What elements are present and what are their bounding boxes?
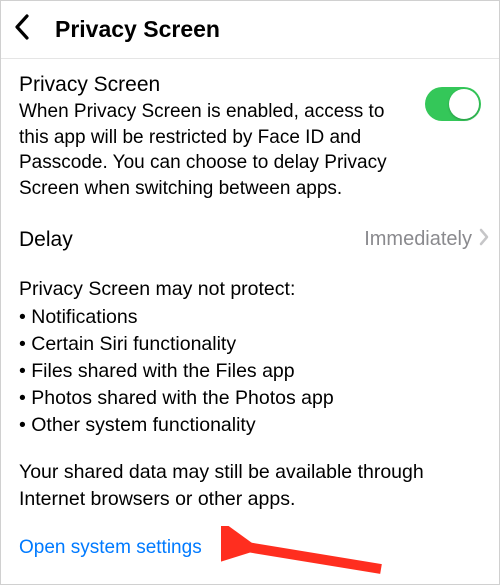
delay-value: Immediately xyxy=(364,228,472,251)
privacy-screen-description: When Privacy Screen is enabled, access t… xyxy=(19,99,415,202)
privacy-screen-title: Privacy Screen xyxy=(19,73,415,97)
delay-label: Delay xyxy=(19,228,73,252)
link-row: Open system settings xyxy=(1,517,499,569)
back-icon[interactable] xyxy=(13,13,31,46)
shared-data-note: Your shared data may still be available … xyxy=(1,447,499,517)
list-item: Certain Siri functionality xyxy=(19,331,481,358)
protection-intro: Privacy Screen may not protect: xyxy=(19,276,481,303)
toggle-knob xyxy=(449,89,479,119)
list-item: Other system functionality xyxy=(19,412,481,439)
chevron-right-icon xyxy=(479,228,489,251)
list-item: Photos shared with the Photos app xyxy=(19,385,481,412)
privacy-screen-section: Privacy Screen When Privacy Screen is en… xyxy=(1,59,499,210)
delay-row[interactable]: Delay Immediately xyxy=(1,210,499,270)
protection-note: Privacy Screen may not protect: Notifica… xyxy=(1,270,499,447)
page-title: Privacy Screen xyxy=(55,16,220,43)
header-bar: Privacy Screen xyxy=(1,1,499,59)
list-item: Notifications xyxy=(19,304,481,331)
list-item: Files shared with the Files app xyxy=(19,358,481,385)
privacy-screen-toggle[interactable] xyxy=(425,87,481,121)
protection-list: Notifications Certain Siri functionality… xyxy=(19,304,481,439)
open-system-settings-link[interactable]: Open system settings xyxy=(19,537,202,558)
